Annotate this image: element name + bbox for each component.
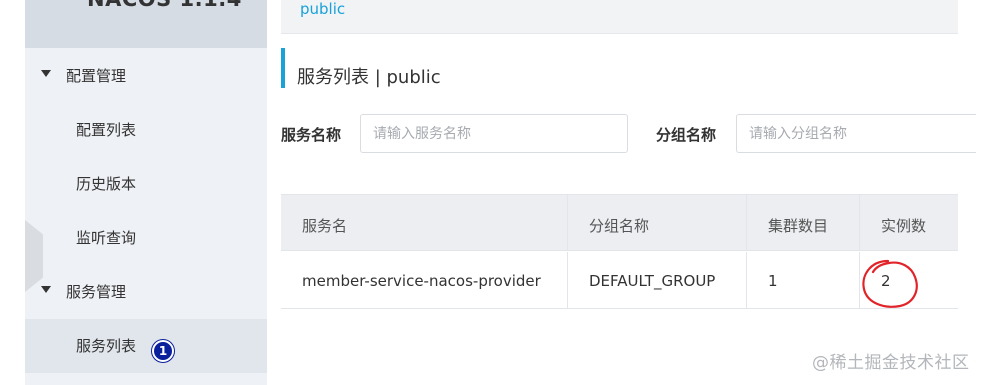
sidebar-item-label: 监听查询 [76, 229, 137, 247]
sidebar-item-label: 历史版本 [76, 175, 137, 193]
service-table: 服务名 分组名称 集群数目 实例数 member-service-nacos-p… [281, 194, 958, 309]
sidebar-group-config[interactable]: 配置管理 [25, 49, 267, 103]
cell-cluster-count: 1 [746, 252, 859, 308]
sidebar-item-label: 服务列表 [76, 337, 137, 355]
table-row[interactable]: member-service-nacos-provider DEFAULT_GR… [281, 252, 958, 309]
sidebar-item-label: 配置列表 [76, 121, 137, 139]
service-name-label: 服务名称 [281, 126, 342, 144]
caret-down-icon [41, 286, 51, 293]
column-header-cluster-count: 集群数目 [746, 195, 859, 250]
namespace-public-link[interactable]: public [300, 0, 345, 18]
sidebar-group-label: 服务管理 [66, 283, 127, 301]
sidebar-group-label: 配置管理 [66, 67, 127, 85]
column-header-instance-count: 实例数 [859, 195, 958, 250]
sidebar-item-config-list[interactable]: 配置列表 [25, 103, 267, 157]
sidebar: NACOS 1.1.4 配置管理 配置列表 历史版本 监听查询 服务管理 服务列… [25, 0, 267, 385]
sidebar-group-service[interactable]: 服务管理 [25, 265, 267, 319]
page-title: 服务列表 | public [297, 67, 441, 88]
watermark: @稀土掘金技术社区 [812, 353, 970, 373]
step-number-badge: 1 [152, 340, 174, 362]
column-header-service-name: 服务名 [302, 217, 348, 235]
caret-down-icon [41, 70, 51, 77]
red-circle-annotation [862, 259, 918, 308]
group-name-field[interactable] [736, 114, 976, 153]
sidebar-item-listener-query[interactable]: 监听查询 [25, 211, 267, 265]
sidebar-item-service-list[interactable]: 服务列表 [25, 319, 267, 373]
title-accent-bar [281, 48, 285, 88]
namespace-bar [281, 0, 958, 34]
cell-group-name: DEFAULT_GROUP [567, 252, 746, 308]
service-name-input[interactable] [361, 115, 627, 152]
sidebar-item-history[interactable]: 历史版本 [25, 157, 267, 211]
cell-service-name: member-service-nacos-provider [302, 272, 541, 290]
brand-header: NACOS 1.1.4 [25, 0, 267, 48]
service-name-field[interactable] [360, 114, 628, 153]
group-name-label: 分组名称 [656, 126, 717, 144]
brand-title: NACOS 1.1.4 [87, 0, 242, 11]
table-header: 服务名 分组名称 集群数目 实例数 [281, 195, 958, 251]
group-name-input[interactable] [737, 115, 976, 152]
column-header-group-name: 分组名称 [567, 195, 746, 250]
